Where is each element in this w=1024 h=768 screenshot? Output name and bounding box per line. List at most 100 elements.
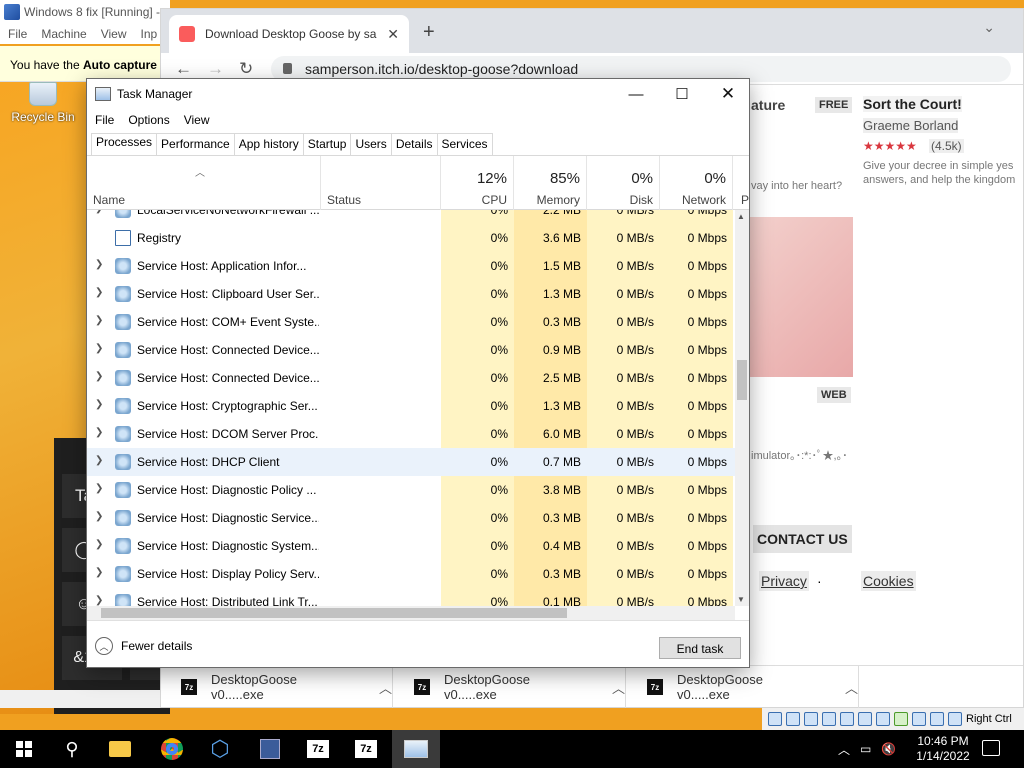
expand-chevron-icon[interactable]: ❯ — [95, 287, 103, 298]
audio-icon[interactable] — [804, 712, 818, 726]
vm-menu-machine[interactable]: Machine — [41, 27, 86, 41]
system-clock[interactable]: 10:46 PM 1/14/2022 — [908, 734, 978, 764]
process-row[interactable]: ❯ Service Host: DCOM Server Proc... 0% 6.0 … — [87, 420, 735, 448]
start-button[interactable] — [0, 730, 48, 768]
task-manager-taskbar-icon[interactable] — [392, 730, 440, 768]
expand-chevron-icon[interactable]: ❯ — [95, 567, 103, 578]
7zip-icon[interactable]: 7z — [294, 730, 342, 768]
chrome-icon[interactable] — [148, 730, 196, 768]
process-row[interactable]: ❯ Service Host: Application Infor... 0% 1.5… — [87, 252, 735, 280]
chevron-up-icon[interactable]: ︿ — [612, 678, 625, 697]
process-row[interactable]: ❯ Service Host: Cryptographic Ser... 0% 1.3… — [87, 392, 735, 420]
network-tray-icon[interactable]: ▭ — [860, 742, 871, 756]
column-cpu[interactable]: 12% CPU — [441, 156, 514, 210]
vm-horizontal-scrollbar[interactable] — [0, 690, 170, 708]
vm-menu-file[interactable]: File — [8, 27, 27, 41]
tab-search-chevron-icon[interactable]: ⌄ — [983, 19, 995, 36]
shared-folder-icon[interactable] — [858, 712, 872, 726]
end-task-button[interactable]: End task — [659, 637, 741, 659]
reload-icon[interactable]: ↻ — [239, 59, 253, 79]
search-icon[interactable]: ⚲ — [48, 730, 96, 768]
expand-chevron-icon[interactable]: ❯ — [95, 259, 103, 270]
menu-view[interactable]: View — [184, 113, 210, 127]
7zip-icon[interactable]: 7z — [342, 730, 390, 768]
process-row[interactable]: ❯ Service Host: Connected Device... 0% 0.9 … — [87, 336, 735, 364]
scroll-down-icon[interactable]: ▼ — [737, 595, 745, 604]
cookies-link[interactable]: Cookies — [861, 571, 916, 591]
tab-details[interactable]: Details — [390, 133, 438, 155]
tab-users[interactable]: Users — [350, 133, 392, 155]
vm-menu-input[interactable]: Inp — [141, 27, 158, 41]
expand-chevron-icon[interactable]: ❯ — [95, 455, 103, 466]
process-list-hscrollbar[interactable] — [87, 606, 735, 620]
browser-tab[interactable]: Download Desktop Goose by sa ✕ — [169, 15, 409, 53]
cpu-icon[interactable] — [912, 712, 926, 726]
usb-icon[interactable] — [840, 712, 854, 726]
expand-chevron-icon[interactable]: ❯ — [95, 399, 103, 410]
download-item[interactable]: 7z DesktopGoose v0.....exe ︿ — [627, 666, 859, 708]
game-title-partial[interactable]: ature — [751, 97, 785, 113]
notification-center-icon[interactable] — [982, 740, 1000, 756]
scroll-up-icon[interactable]: ▲ — [737, 212, 745, 221]
column-name[interactable]: Name — [87, 156, 321, 210]
fewer-details-button[interactable]: ︿ Fewer details — [95, 637, 192, 655]
privacy-link[interactable]: Privacy — [759, 571, 809, 591]
download-item[interactable]: 7z DesktopGoose v0.....exe ︿ — [394, 666, 626, 708]
optical-drive-icon[interactable] — [786, 712, 800, 726]
file-explorer-icon[interactable] — [96, 730, 144, 768]
hdd-icon[interactable] — [768, 712, 782, 726]
tab-app-history[interactable]: App history — [233, 133, 304, 155]
close-button[interactable]: ✕ — [705, 79, 751, 109]
network-icon[interactable] — [822, 712, 836, 726]
expand-chevron-icon[interactable]: ❯ — [95, 371, 103, 382]
expand-chevron-icon[interactable]: ❯ — [95, 595, 103, 606]
process-row[interactable]: ❯ Service Host: Diagnostic Service... 0% 0.… — [87, 504, 735, 532]
process-row[interactable]: ❯ Service Host: DHCP Client 0% 0.7 MB 0 MB/s… — [87, 448, 735, 476]
contact-us-link[interactable]: CONTACT US — [753, 525, 852, 553]
expand-chevron-icon[interactable]: ❯ — [95, 315, 103, 326]
task-manager-titlebar[interactable]: Task Manager — ☐ ✕ — [87, 79, 749, 109]
mouse-integration-icon[interactable] — [930, 712, 944, 726]
process-row[interactable]: ❯ Service Host: Clipboard User Ser... 0% 1.… — [87, 280, 735, 308]
tab-performance[interactable]: Performance — [156, 133, 235, 155]
game-title[interactable]: Sort the Court! — [863, 96, 962, 112]
process-row[interactable]: ❯ Service Host: COM+ Event Syste... 0% 0.3 … — [87, 308, 735, 336]
process-row[interactable]: ❯ Service Host: Diagnostic Policy ... 0% 3.… — [87, 476, 735, 504]
tab-processes[interactable]: Processes — [91, 133, 158, 156]
tab-close-icon[interactable]: ✕ — [387, 26, 399, 43]
forward-arrow-icon[interactable]: → — [207, 59, 224, 79]
tab-startup[interactable]: Startup — [302, 133, 352, 155]
process-row[interactable]: ❯ Service Host: Distributed Link Tr... 0% 0… — [87, 588, 735, 606]
vm-window-title[interactable]: Windows 8 fix [Running] - — [0, 0, 170, 24]
download-item[interactable]: 7z DesktopGoose v0.....exe ︿ — [161, 666, 393, 708]
vm-menu-view[interactable]: View — [101, 27, 127, 41]
display-icon[interactable] — [876, 712, 890, 726]
hscroll-thumb[interactable] — [101, 608, 567, 618]
menu-file[interactable]: File — [95, 113, 114, 127]
new-tab-plus-icon[interactable]: + — [423, 21, 435, 44]
expand-chevron-icon[interactable]: ❯ — [95, 539, 103, 550]
menu-options[interactable]: Options — [128, 113, 169, 127]
expand-chevron-icon[interactable]: ❯ — [95, 483, 103, 494]
tray-chevron-icon[interactable]: ︿ — [838, 741, 850, 758]
column-status[interactable]: Status — [321, 156, 441, 210]
back-arrow-icon[interactable]: ← — [175, 59, 192, 79]
process-row[interactable]: ❯ LocalServiceNoNetworkFirewall ... 0%2.2 … — [87, 210, 735, 224]
process-list-vscrollbar[interactable]: ▲ ▼ — [735, 210, 749, 606]
calculator-icon[interactable] — [246, 730, 294, 768]
expand-chevron-icon[interactable]: ❯ — [95, 343, 103, 354]
maximize-button[interactable]: ☐ — [659, 79, 705, 109]
process-row[interactable]: Registry 0% 3.6 MB 0 MB/s 0 Mbps — [87, 224, 735, 252]
expand-chevron-icon[interactable]: ❯ — [95, 427, 103, 438]
column-memory[interactable]: 85% Memory — [514, 156, 587, 210]
recording-icon[interactable] — [894, 712, 908, 726]
expand-chevron-icon[interactable]: ❯ — [95, 210, 103, 214]
game-author[interactable]: Graeme Borland — [863, 118, 959, 133]
chevron-up-icon[interactable]: ︿ — [379, 678, 392, 697]
chevron-up-icon[interactable]: ︿ — [845, 678, 858, 697]
keyboard-capture-icon[interactable] — [948, 712, 962, 726]
volume-muted-icon[interactable]: 🔇 — [881, 742, 896, 756]
process-row[interactable]: ❯ Service Host: Display Policy Serv... 0% 0… — [87, 560, 735, 588]
vscroll-thumb[interactable] — [737, 360, 747, 400]
game-thumbnail[interactable] — [749, 217, 853, 377]
